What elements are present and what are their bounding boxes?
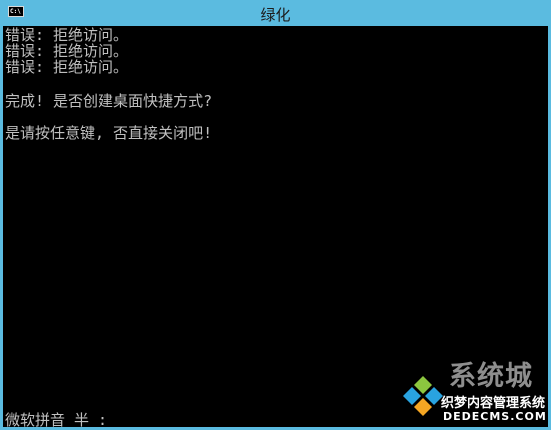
watermark-domain: DEDECMS.COM (443, 410, 547, 423)
watermark: 系统城 织梦内容管理系统 DEDECMS.COM (401, 354, 548, 427)
ime-status-text: 微软拼音 半 : (5, 411, 108, 429)
window-title: 绿化 (260, 6, 291, 24)
console-line: 完成! 是否创建桌面快捷方式? (5, 92, 213, 110)
console-line: 错误: 拒绝访问。 (5, 26, 129, 44)
console-window: C:\ 绿化 错误: 拒绝访问。 错误: 拒绝访问。 错误: 拒绝访问。 完成!… (0, 0, 551, 430)
windows-logo-icon (403, 376, 443, 416)
console-line: 是请按任意键, 否直接关闭吧! (5, 124, 213, 142)
console-line: 错误: 拒绝访问。 (5, 42, 129, 60)
title-bar[interactable]: C:\ 绿化 (3, 0, 548, 26)
watermark-brand: 系统城 (449, 361, 533, 392)
console-line: 错误: 拒绝访问。 (5, 58, 129, 76)
watermark-slogan: 织梦内容管理系统 (441, 396, 546, 411)
